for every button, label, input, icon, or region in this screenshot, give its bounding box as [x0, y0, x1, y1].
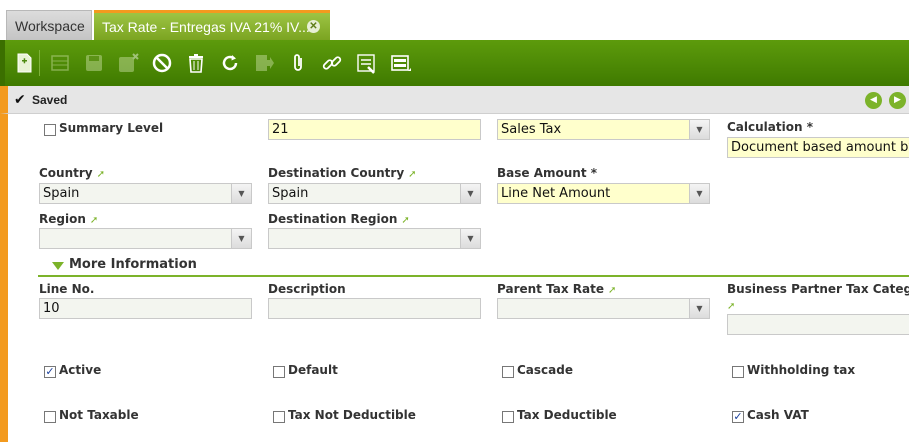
chevron-down-icon[interactable]: ▼ [460, 184, 480, 203]
new-record-button[interactable] [11, 48, 37, 78]
withholding-tax-label: Withholding tax [747, 363, 856, 377]
check-icon: ✔ [14, 92, 26, 108]
link-icon [322, 56, 342, 70]
withholding-tax-checkbox[interactable] [732, 366, 744, 378]
chevron-down-icon[interactable]: ▼ [460, 229, 480, 248]
country-label: Country ➚ [39, 166, 106, 180]
tax-type-value: Sales Tax [501, 122, 562, 137]
chevron-down-icon[interactable]: ▼ [689, 299, 709, 318]
link-arrow-icon[interactable]: ➚ [90, 215, 98, 226]
export-button[interactable] [251, 48, 277, 78]
parent-tax-rate-label: Parent Tax Rate ➚ [497, 282, 617, 296]
section-title: More Information [69, 257, 197, 272]
record-form: Summary Level 21 Sales Tax ▼ Calculation… [0, 114, 909, 442]
expand-arrow-icon[interactable] [52, 262, 64, 270]
dest-country-select[interactable]: Spain ▼ [268, 183, 481, 204]
link-arrow-icon[interactable]: ➚ [608, 285, 616, 296]
more-information-section[interactable]: More Information [38, 257, 909, 277]
refresh-icon [222, 55, 238, 71]
tools-button[interactable] [353, 48, 379, 78]
undo-button[interactable] [149, 48, 175, 78]
dest-country-value: Spain [272, 186, 309, 201]
link-arrow-icon[interactable]: ➚ [727, 298, 735, 312]
calculation-label: Calculation * [727, 120, 813, 134]
toggle-view-icon [391, 55, 411, 71]
delete-icon [189, 54, 203, 73]
bp-tax-category-select[interactable] [727, 314, 909, 335]
cash-vat-checkbox[interactable]: ✓ [732, 411, 744, 423]
chevron-down-icon[interactable]: ▼ [689, 184, 709, 203]
summary-level-label: Summary Level [59, 121, 164, 135]
base-amount-label: Base Amount * [497, 166, 598, 180]
dest-region-label: Destination Region ➚ [268, 212, 410, 226]
line-no-input[interactable]: 10 [39, 298, 252, 319]
link-arrow-icon[interactable]: ➚ [408, 169, 416, 180]
active-label: Active [59, 363, 102, 377]
toggle-view-button[interactable] [387, 48, 413, 78]
summary-level-checkbox[interactable] [44, 124, 56, 136]
export-icon [256, 55, 274, 71]
attachment-icon [294, 54, 302, 71]
refresh-button[interactable] [217, 48, 243, 78]
tab-tax-rate-label: Tax Rate - Entregas IVA 21% IV... [102, 18, 310, 35]
base-amount-select[interactable]: Line Net Amount ▼ [497, 183, 710, 204]
tax-deductible-checkbox[interactable] [502, 411, 514, 423]
active-checkbox[interactable]: ✓ [44, 366, 56, 378]
description-label: Description [268, 282, 346, 296]
bp-tax-category-label: Business Partner Tax Categ [727, 282, 909, 296]
country-value: Spain [43, 186, 80, 201]
calculation-select[interactable]: Document based amount by r [727, 137, 909, 158]
save-button[interactable] [81, 48, 107, 78]
tab-bar: Workspace Tax Rate - Entregas IVA 21% IV… [0, 0, 909, 40]
description-input[interactable] [268, 298, 481, 319]
parent-tax-rate-select[interactable]: ▼ [497, 298, 710, 319]
save-icon [86, 55, 102, 71]
link-button[interactable] [319, 48, 345, 78]
status-bar: ✔ Saved ◀ ▶ [0, 86, 909, 114]
dest-region-select[interactable]: ▼ [268, 228, 481, 249]
new-record-icon [17, 53, 32, 73]
delete-button[interactable] [183, 48, 209, 78]
grid-view-icon [51, 55, 69, 71]
link-arrow-icon[interactable]: ➚ [401, 215, 409, 226]
tax-type-select[interactable]: Sales Tax ▼ [497, 119, 710, 140]
attachment-button[interactable] [285, 48, 311, 78]
grid-view-button[interactable] [47, 48, 73, 78]
default-label: Default [288, 363, 338, 377]
previous-record-icon[interactable]: ◀ [865, 92, 882, 109]
tools-icon [357, 54, 375, 74]
rate-input[interactable]: 21 [268, 119, 481, 140]
line-no-label: Line No. [39, 282, 95, 296]
tab-tax-rate[interactable]: Tax Rate - Entregas IVA 21% IV... ✕ [94, 10, 330, 40]
region-select[interactable]: ▼ [39, 228, 252, 249]
cash-vat-label: Cash VAT [747, 408, 809, 422]
tax-deductible-label: Tax Deductible [517, 408, 617, 422]
tab-workspace[interactable]: Workspace [6, 10, 92, 40]
undo-icon [152, 53, 172, 73]
chevron-down-icon[interactable]: ▼ [689, 120, 709, 139]
tax-not-deductible-checkbox[interactable] [273, 411, 285, 423]
cascade-checkbox[interactable] [502, 366, 514, 378]
not-taxable-checkbox[interactable] [44, 411, 56, 423]
tax-not-deductible-label: Tax Not Deductible [288, 408, 416, 422]
country-select[interactable]: Spain ▼ [39, 183, 252, 204]
chevron-down-icon[interactable]: ▼ [231, 184, 251, 203]
next-record-icon[interactable]: ▶ [889, 92, 906, 109]
region-label: Region ➚ [39, 212, 99, 226]
base-amount-value: Line Net Amount [501, 186, 611, 201]
toolbar-separator [39, 50, 40, 76]
toolbar [0, 40, 909, 86]
dest-country-label: Destination Country ➚ [268, 166, 417, 180]
default-checkbox[interactable] [273, 366, 285, 378]
save-close-icon [119, 53, 139, 72]
link-arrow-icon[interactable]: ➚ [97, 169, 105, 180]
save-close-button[interactable] [115, 48, 141, 78]
status-text: Saved [32, 93, 68, 107]
close-icon[interactable]: ✕ [307, 20, 320, 33]
cascade-label: Cascade [517, 363, 573, 377]
chevron-down-icon[interactable]: ▼ [231, 229, 251, 248]
not-taxable-label: Not Taxable [59, 408, 139, 422]
